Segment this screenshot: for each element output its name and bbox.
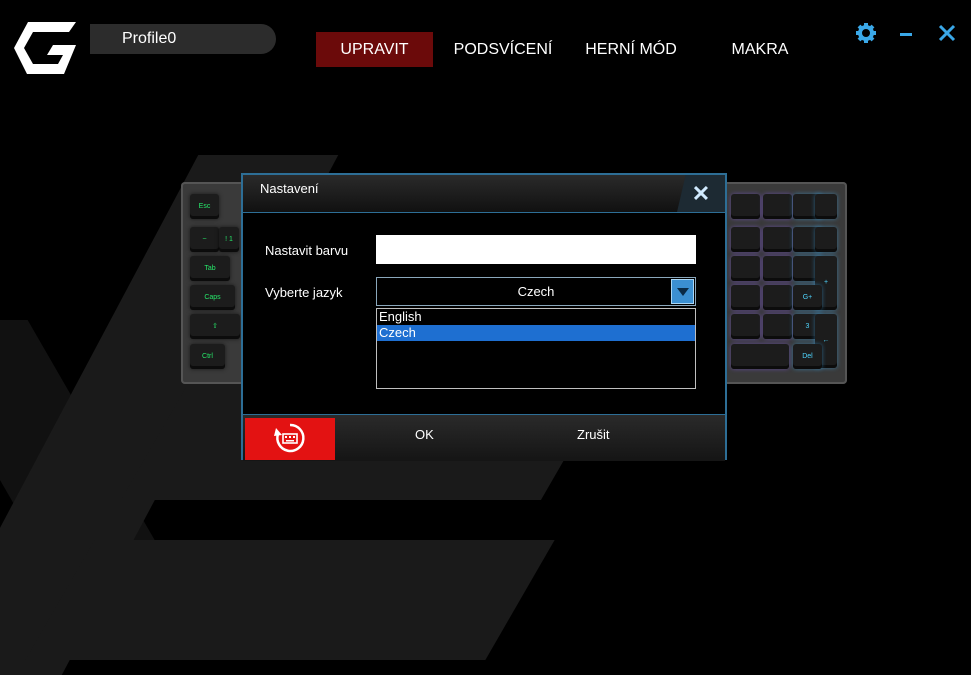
tab-makra[interactable]: MAKRA xyxy=(720,32,800,67)
key[interactable]: Caps xyxy=(190,285,235,310)
settings-gear-icon[interactable] xyxy=(855,22,877,44)
settings-dialog: Nastavení ✕ Nastavit barvu Vyberte jazyk… xyxy=(241,173,727,461)
tab-herni-mod[interactable]: HERNÍ MÓD xyxy=(578,32,684,67)
language-option-english[interactable]: English xyxy=(377,309,695,325)
ok-button[interactable]: OK xyxy=(415,427,434,442)
profile-name-label: Profile0 xyxy=(122,30,177,47)
key[interactable]: G+ xyxy=(793,285,822,310)
key[interactable] xyxy=(815,227,837,252)
key[interactable] xyxy=(763,227,792,252)
cancel-button[interactable]: Zrušit xyxy=(577,427,610,442)
color-field[interactable] xyxy=(376,235,696,264)
keyboard-reset-icon xyxy=(274,423,305,453)
key[interactable] xyxy=(731,344,789,369)
key[interactable]: ⇧ xyxy=(190,314,240,339)
background-logo-shape xyxy=(25,540,555,660)
language-select[interactable]: Czech xyxy=(376,277,696,306)
key[interactable] xyxy=(763,285,792,310)
language-label: Vyberte jazyk xyxy=(265,285,343,300)
tab-label: HERNÍ MÓD xyxy=(585,41,677,58)
key[interactable]: Tab xyxy=(190,256,230,281)
key[interactable] xyxy=(763,314,792,339)
brand-logo xyxy=(14,22,76,74)
color-label: Nastavit barvu xyxy=(265,243,349,258)
dialog-footer: OK Zrušit xyxy=(243,414,725,461)
close-icon[interactable] xyxy=(936,22,958,44)
key[interactable] xyxy=(731,285,760,310)
key[interactable] xyxy=(731,314,760,339)
key[interactable] xyxy=(731,194,760,219)
key[interactable] xyxy=(763,194,792,219)
chevron-down-icon[interactable] xyxy=(671,279,694,304)
key[interactable]: Esc xyxy=(190,194,219,219)
key[interactable] xyxy=(815,194,837,219)
key[interactable] xyxy=(731,227,760,252)
key[interactable]: Ctrl xyxy=(190,344,225,369)
tab-label: PODSVÍCENÍ xyxy=(453,41,553,58)
key[interactable]: ! 1 xyxy=(219,227,239,252)
profile-name[interactable]: Profile0 xyxy=(90,24,276,54)
key[interactable]: Del xyxy=(793,344,822,369)
reset-keyboard-button[interactable] xyxy=(245,418,335,460)
tab-label: MAKRA xyxy=(731,41,789,58)
tab-upravit[interactable]: UPRAVIT xyxy=(316,32,433,67)
minimize-icon[interactable] xyxy=(895,22,917,44)
tab-label: UPRAVIT xyxy=(340,41,409,58)
language-option-czech[interactable]: Czech xyxy=(377,325,695,341)
dialog-title: Nastavení xyxy=(260,181,319,196)
key[interactable]: ~ xyxy=(190,227,219,252)
key[interactable] xyxy=(763,256,792,281)
language-select-value: Czech xyxy=(517,284,555,299)
tab-podsviceni[interactable]: PODSVÍCENÍ xyxy=(448,32,558,67)
key[interactable] xyxy=(731,256,760,281)
dialog-close-icon[interactable]: ✕ xyxy=(677,175,725,212)
dialog-header: Nastavení ✕ xyxy=(243,175,725,213)
language-dropdown-list: English Czech xyxy=(376,308,696,389)
